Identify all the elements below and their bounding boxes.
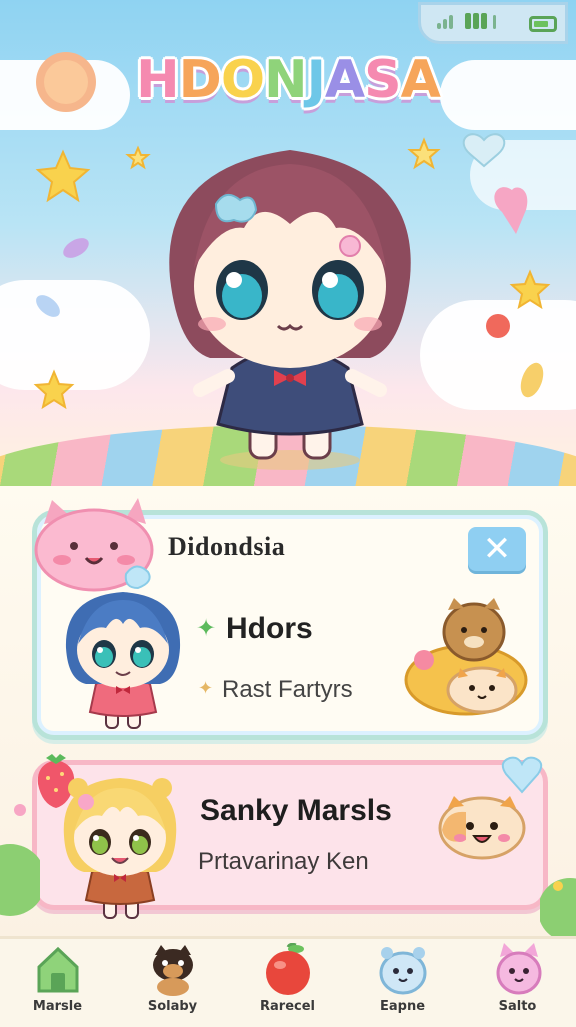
bush-decoration xyxy=(0,804,40,916)
logo-text: HDONJASA xyxy=(136,50,441,110)
jellybean-icon xyxy=(63,238,89,258)
primary-label: Hdors xyxy=(226,612,313,645)
jellybean-icon xyxy=(520,362,544,398)
blonde-girl-avatar[interactable] xyxy=(56,772,184,924)
logo-letter: O xyxy=(220,50,265,110)
hamster-mascot-icon xyxy=(438,796,526,860)
nav-item-eapne[interactable]: Eapne xyxy=(345,939,460,1027)
pets-group-icon xyxy=(404,598,528,716)
logo-letter: A xyxy=(400,50,441,110)
logo-letter: D xyxy=(178,50,222,110)
status-bar xyxy=(418,2,568,44)
star-icon xyxy=(35,149,91,203)
event-subtitle: Prtavarinay Ken xyxy=(198,848,369,875)
close-button[interactable]: ✕ xyxy=(468,527,526,571)
berry-icon xyxy=(486,314,510,338)
logo-letter: N xyxy=(264,50,308,110)
dog-icon xyxy=(153,945,193,996)
nav-label: Eapne xyxy=(379,999,426,1014)
cat-icon xyxy=(496,943,542,995)
card-title: Didondsia xyxy=(168,532,286,561)
battery-icon xyxy=(529,16,557,32)
nav-item-marsle[interactable]: Marsle xyxy=(0,939,115,1027)
nav-item-salto[interactable]: Salto xyxy=(460,939,575,1027)
clover-icon: ✦ xyxy=(196,614,217,642)
logo-letter: S xyxy=(364,50,401,110)
game-logo: HDONJASA xyxy=(128,48,448,112)
secondary-label: Rast Fartyrs xyxy=(222,676,353,703)
hamster-icon xyxy=(379,947,427,995)
star-icon xyxy=(509,269,551,310)
close-icon: ✕ xyxy=(482,529,512,569)
logo-letter: A xyxy=(324,50,365,110)
pink-cat-mascot-icon xyxy=(34,498,154,592)
logo-letter: H xyxy=(136,50,180,110)
nav-label: Marsle xyxy=(32,999,83,1014)
nav-item-rarecel[interactable]: Rarecel xyxy=(230,939,345,1027)
sparkle-icon: ✦ xyxy=(198,678,214,699)
event-title: Sanky Marsls xyxy=(200,794,392,827)
sun-balloon-icon xyxy=(36,52,96,112)
nav-label: Rarecel xyxy=(260,999,315,1014)
bottom-nav: Marsle Solaby Rarecel Eapne Salto xyxy=(0,936,576,1027)
star-icon xyxy=(33,369,75,410)
nav-item-solaby[interactable]: Solaby xyxy=(115,939,230,1027)
house-icon xyxy=(37,946,79,993)
apple-icon xyxy=(266,943,310,995)
heart-icon xyxy=(462,133,506,168)
jellybean-icon xyxy=(36,295,60,317)
logo-letter: J xyxy=(306,50,326,110)
nav-label: Salto xyxy=(498,999,537,1014)
blue-hair-girl-avatar[interactable] xyxy=(60,588,186,734)
bush-decoration xyxy=(540,878,576,940)
heart-icon xyxy=(494,187,528,234)
hero-character[interactable] xyxy=(140,128,440,473)
nav-label: Solaby xyxy=(147,999,198,1014)
